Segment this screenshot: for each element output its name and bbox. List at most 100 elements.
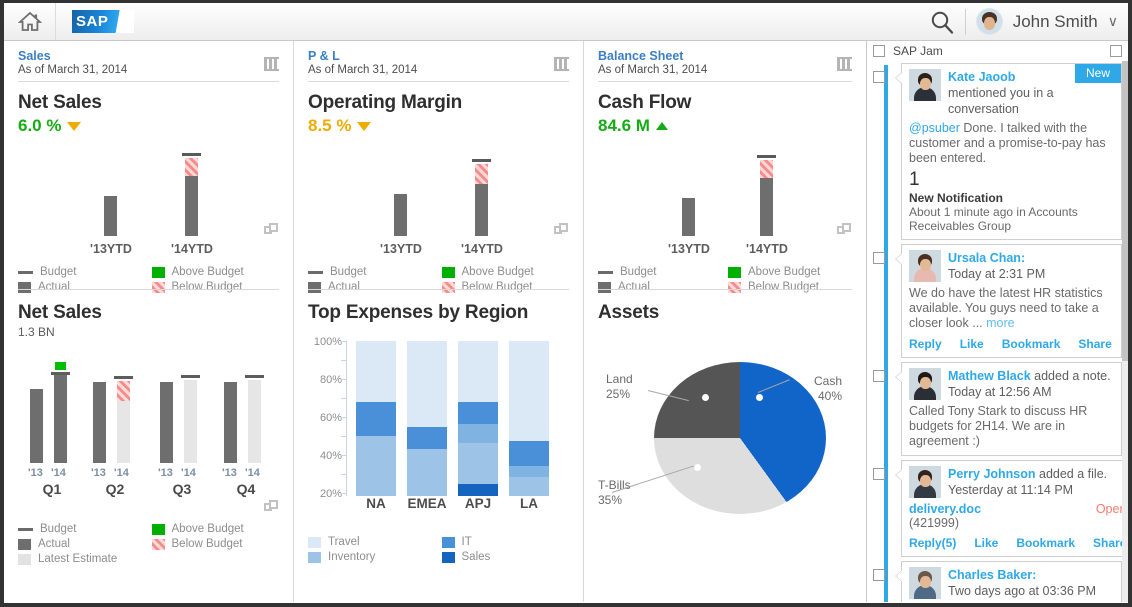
jam-item-checkbox[interactable]: [873, 252, 885, 264]
jam-card-mathew[interactable]: Mathew Black added a note. Today at 12:5…: [901, 362, 1122, 456]
tile-top-expenses[interactable]: Top Expenses by Region 100% 80% 60% 40% …: [294, 290, 584, 602]
trend-up-icon: [656, 122, 668, 130]
bar-q4-14: [248, 380, 261, 463]
bar-fill-estimate: [184, 380, 197, 463]
list-item[interactable]: Mathew Black added a note. Today at 12:5…: [867, 362, 1122, 460]
share-button[interactable]: Share: [1078, 337, 1111, 351]
legend-label: Budget: [620, 266, 656, 278]
tile-assets[interactable]: Assets Cash 40% Land 25%: [584, 290, 866, 602]
tile-sales[interactable]: Sales As of March 31, 2014 Net Sales 6.0…: [4, 41, 294, 290]
legend-label: Budget: [40, 523, 76, 535]
bar-q1-14: [54, 375, 67, 463]
scrollbar-track[interactable]: [1122, 61, 1128, 602]
jam-item-checkbox[interactable]: [873, 71, 885, 83]
legend-label: Above Budget: [172, 266, 244, 278]
jam-author[interactable]: Charles Baker:: [948, 568, 1036, 582]
segment-it-upper: [458, 402, 498, 424]
jam-author[interactable]: Kate Jaoob: [948, 70, 1015, 84]
jam-card-actions: Reply(5) Like Bookmark Share: [909, 536, 1126, 550]
jam-timestamp: Today at 2:31 PM: [948, 267, 1045, 281]
copy-icon[interactable]: [264, 500, 279, 513]
more-link[interactable]: more: [986, 316, 1014, 330]
tile-balance-sheet[interactable]: Balance Sheet As of March 31, 2014 Cash …: [584, 41, 866, 290]
bar-fill: [224, 382, 237, 463]
avatar[interactable]: [976, 8, 1003, 35]
reply-button[interactable]: Reply: [909, 337, 942, 351]
legend-item-below: Below Budget: [152, 538, 280, 550]
bar-chart-icon[interactable]: [264, 57, 279, 71]
copy-icon[interactable]: [554, 223, 569, 236]
jam-feed-list: New Kate Jaoob mentioned you in a conver…: [867, 63, 1122, 602]
jam-item-checkbox[interactable]: [873, 569, 885, 581]
file-link[interactable]: delivery.doc: [909, 502, 981, 516]
stacked-bar-apj[interactable]: [458, 341, 498, 496]
segment-it-lower: [509, 466, 549, 477]
stacked-bar-emea[interactable]: [407, 341, 447, 496]
bar-chart-icon[interactable]: [554, 57, 569, 71]
bar-chart-icon[interactable]: [837, 57, 852, 71]
bar-13ytd: [394, 194, 407, 236]
axis-label-14ytd: '14YTD: [169, 242, 215, 256]
jam-action: added a note.: [1031, 369, 1111, 383]
copy-icon[interactable]: [264, 223, 279, 236]
reply-button[interactable]: Reply(5): [909, 536, 956, 550]
bookmark-button[interactable]: Bookmark: [1002, 337, 1061, 351]
copy-icon[interactable]: [837, 223, 852, 236]
mention-link[interactable]: @psuber: [909, 121, 960, 135]
list-item[interactable]: Charles Baker: Two days ago at 03:36 PM …: [867, 561, 1122, 602]
jam-card-kate[interactable]: New Kate Jaoob mentioned you in a conver…: [901, 63, 1122, 240]
search-icon[interactable]: [929, 9, 955, 35]
chevron-down-icon[interactable]: ∨: [1108, 13, 1118, 30]
list-item[interactable]: New Kate Jaoob mentioned you in a conver…: [867, 63, 1122, 244]
like-button[interactable]: Like: [974, 536, 998, 550]
jam-item-checkbox[interactable]: [873, 370, 885, 382]
list-item[interactable]: Perry Johnson added a file. Yesterday at…: [867, 460, 1122, 561]
sap-logo[interactable]: SAP: [72, 10, 134, 33]
jam-author[interactable]: Ursala Chan:: [948, 251, 1025, 265]
above-budget-marker: [55, 362, 66, 370]
jam-card-ursala[interactable]: Ursala Chan: Today at 2:31 PM We do have…: [901, 244, 1122, 358]
like-button[interactable]: Like: [960, 337, 984, 351]
legend-expenses: Travel IT Inventory Sales: [308, 536, 569, 563]
jam-card-charles[interactable]: Charles Baker: Two days ago at 03:36 PM …: [901, 561, 1122, 602]
jam-select-all-checkbox[interactable]: [873, 45, 885, 57]
sap-logo-text: SAP: [72, 13, 108, 30]
axis-label-13ytd: '13YTD: [378, 242, 424, 256]
segment-it: [407, 427, 447, 449]
jam-body: We do have the latest HR statistics avai…: [909, 286, 1114, 331]
stacked-bar-la[interactable]: [509, 341, 549, 496]
scrollbar-thumb[interactable]: [1122, 61, 1128, 361]
user-name[interactable]: John Smith: [1013, 12, 1098, 32]
jam-author[interactable]: Perry Johnson: [948, 467, 1036, 481]
attachment-row: delivery.doc Open: [909, 502, 1126, 516]
axis-label-14ytd: '14YTD: [459, 242, 505, 256]
tile-netsalesq-subtitle: 1.3 BN: [18, 325, 279, 339]
jam-card-perry[interactable]: Perry Johnson added a file. Yesterday at…: [901, 460, 1128, 557]
jam-author[interactable]: Mathew Black: [948, 369, 1031, 383]
xlabel-la: LA: [507, 496, 551, 511]
stacked-bar-na[interactable]: [356, 341, 396, 496]
tile-net-sales-quarterly[interactable]: Net Sales 1.3 BN '13 '14: [4, 290, 294, 602]
jam-timestamp: Two days ago at 03:36 PM: [948, 584, 1096, 598]
budget-marker: [182, 153, 201, 156]
jam-card-headline: Mathew Black added a note. Today at 12:5…: [948, 368, 1111, 400]
jam-options-checkbox[interactable]: [1110, 45, 1122, 57]
list-item[interactable]: Ursala Chan: Today at 2:31 PM We do have…: [867, 244, 1122, 362]
bar-13ytd: [104, 196, 117, 236]
kpi-value: 84.6 M: [598, 116, 650, 136]
jam-item-checkbox[interactable]: [873, 468, 885, 480]
bar-13ytd: [682, 198, 695, 236]
budget-swatch: [308, 271, 323, 274]
legend-item-travel: Travel: [308, 536, 436, 548]
home-icon[interactable]: [4, 3, 56, 40]
notification-count: 1: [909, 169, 1114, 191]
jam-card-actions: Reply Like Bookmark Share: [909, 337, 1114, 351]
avatar: [909, 368, 941, 400]
legend-item-it: IT: [442, 536, 570, 548]
bar-below-budget: [760, 160, 773, 178]
bar-14ytd: [760, 160, 773, 236]
ytick-100: 100%: [308, 336, 342, 348]
tile-pl[interactable]: P & L As of March 31, 2014 Operating Mar…: [294, 41, 584, 290]
kpi-value: 6.0 %: [18, 116, 61, 136]
bookmark-button[interactable]: Bookmark: [1016, 536, 1075, 550]
